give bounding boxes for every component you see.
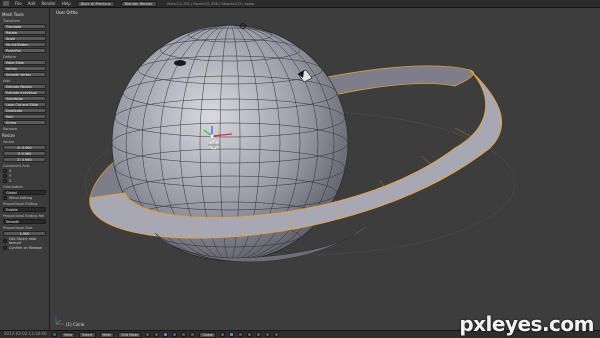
vector-z-field[interactable]: Z: 0.960 [3,157,46,162]
menu-help[interactable]: Help [62,1,71,6]
shrink-fatten-button[interactable]: Shrink/Fatten [3,42,46,47]
info-header: File Add Render Help Back to Previous Bl… [0,0,600,8]
viewport-shading-icon[interactable] [145,332,151,337]
vertex-select-icon[interactable] [220,332,226,337]
sphere-pole [174,60,186,66]
extrude-individual-button[interactable]: Extrude Individual [3,90,46,95]
add-label: Add [3,79,10,83]
proportional-size-field[interactable]: 1.000 [3,231,46,236]
mode-dropdown[interactable]: Edit Mode [118,331,142,338]
push-pull-button[interactable]: Push/Pull [3,48,46,53]
axis-y-label: Y [9,174,12,178]
scale-button[interactable]: Scale [3,36,46,41]
screw-button[interactable]: Screw [3,120,46,125]
proportional-falloff-label: Proportional Editing Fall [3,214,45,218]
checkbox-x[interactable] [3,169,7,173]
vector-y-field[interactable]: Y: 0.960 [3,151,46,156]
loop-cut-button[interactable]: Loop Cut and Slide [3,102,46,107]
confirm-release-label: Confirm on Release [9,246,42,250]
back-to-previous-button[interactable]: Back to Previous [76,0,115,7]
menu-render[interactable]: Render [41,1,55,6]
vector-label: Vector [3,140,15,144]
deform-label: Deform [3,55,17,59]
checkbox-y[interactable] [3,174,7,178]
scene-stats: Verts:1/1,331 | Faces:0/1,326 | Objects:… [166,1,255,6]
transform-orientation-dropdown[interactable]: Global [199,331,217,338]
smooth-vertex-button[interactable]: Smooth Vertex [3,72,46,77]
resize-operator-header[interactable]: Resize [2,133,47,138]
constraint-axis-label: Constraint Axis [3,164,30,168]
info-editor-icon[interactable] [3,1,9,6]
watermark: pxleyes.com [459,312,594,336]
vertex-button[interactable]: Vertex [3,66,46,71]
tool-shelf: Mesh Tools Transform Translate Rotate Sc… [0,8,50,330]
subdivide-button[interactable]: Subdivide [3,96,46,101]
edge-slide-button[interactable]: Edge Slide [3,60,46,65]
duplicate-button[interactable]: Duplicate [3,108,46,113]
axis-x-label: X [9,169,12,173]
mesh-scene[interactable] [50,8,600,330]
translate-button[interactable]: Translate [3,24,46,29]
extrude-region-button[interactable]: Extrude Region [3,84,46,89]
editor-type-icon[interactable] [52,332,57,337]
face-select-icon[interactable] [238,332,244,337]
pivot-point-icon[interactable] [154,332,160,337]
orientation-dropdown[interactable]: Global [3,190,46,195]
checkbox-z[interactable] [3,179,7,183]
mesh-menu[interactable]: Mesh [99,331,115,338]
edit-texture-checkbox[interactable]: Edit Object data texture [3,237,46,245]
checkbox-mirror[interactable] [3,196,7,200]
spin-button[interactable]: Spin [3,114,46,119]
view-name-label: User Ortho [56,10,78,15]
constraint-x-checkbox[interactable]: X [3,169,46,173]
constraint-z-checkbox[interactable]: Z [3,179,46,183]
snap-icon[interactable] [265,332,271,337]
active-object-label: (1) Circle [66,322,85,327]
manipulator-toggle-icon[interactable] [163,332,169,337]
proportional-size-label: Proportional Size [3,226,33,230]
rotate-button[interactable]: Rotate [3,30,46,35]
proportional-edit-icon[interactable] [256,332,262,337]
transform-label: Transform [3,19,21,23]
constraint-y-checkbox[interactable]: Y [3,174,46,178]
checkbox-edit-texture[interactable] [3,239,7,243]
proportional-editing-dropdown[interactable]: Enable [3,207,46,212]
3d-viewport[interactable]: User Ortho (1) Circle [50,8,600,330]
confirm-release-checkbox[interactable]: Confirm on Release [3,246,46,250]
vector-x-field[interactable]: X: 0.960 [3,145,46,150]
render-engine-dropdown[interactable]: Blender Render [120,0,157,7]
menu-file[interactable]: File [15,1,22,6]
menu-add[interactable]: Add [28,1,36,6]
mesh-tools-header[interactable]: Mesh Tools [2,12,47,17]
checkbox-confirm[interactable] [3,246,7,250]
view-menu[interactable]: View [61,331,76,338]
proportional-falloff-dropdown[interactable]: Smooth [3,219,46,224]
translate-manipulator-icon[interactable] [172,332,178,337]
rotate-manipulator-icon[interactable] [181,332,187,337]
orientation-label: Orientation [3,185,23,189]
axis-z-label: Z [9,179,12,183]
scale-manipulator-icon[interactable] [190,332,196,337]
select-menu[interactable]: Select [79,331,96,338]
mirror-editing-checkbox[interactable]: Mirror Editing [3,196,46,200]
edge-select-icon[interactable] [229,332,235,337]
mirror-editing-label: Mirror Editing [9,196,32,200]
proportional-editing-label: Proportional Editing [3,202,38,206]
remove-label: Remove [3,127,18,131]
opengl-render-icon[interactable] [274,332,280,337]
edit-texture-label: Edit Object data texture [8,237,37,245]
occlude-geometry-icon[interactable] [247,332,253,337]
axis-orientation-widget [55,316,64,325]
date-stamp: 2012-03-02 13:18:40 [4,331,47,336]
